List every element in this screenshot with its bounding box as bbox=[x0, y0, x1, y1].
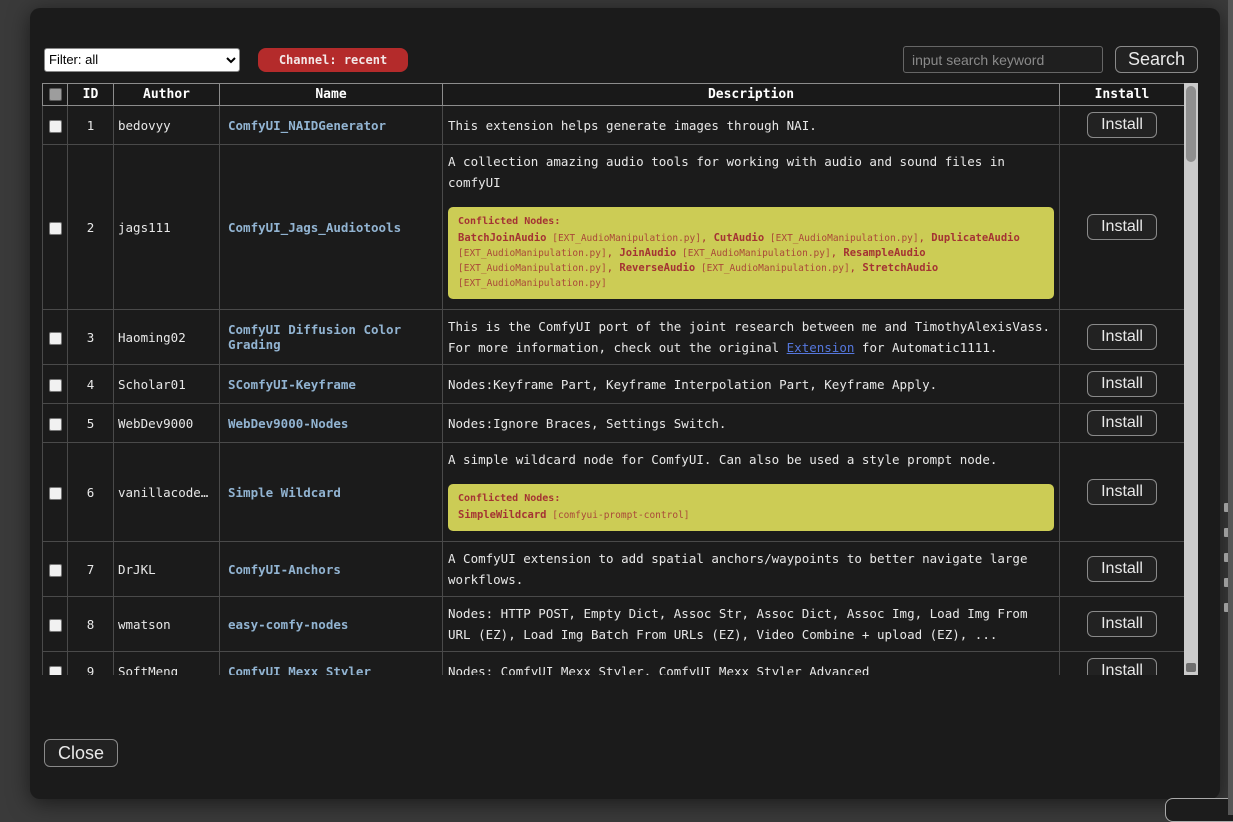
node-id: 8 bbox=[68, 597, 114, 652]
install-button[interactable]: Install bbox=[1087, 410, 1157, 436]
table-scrollbar[interactable] bbox=[1184, 83, 1198, 675]
install-button[interactable]: Install bbox=[1087, 479, 1157, 505]
node-description: Nodes: HTTP POST, Empty Dict, Assoc Str,… bbox=[448, 603, 1054, 645]
node-row: 9SoftMeng ComfyUI_Mexx_Styler Nodes: Comfy… bbox=[43, 652, 1185, 676]
node-name-link[interactable]: WebDev9000-Nodes bbox=[228, 416, 348, 431]
node-id: 1 bbox=[68, 106, 114, 145]
row-checkbox[interactable] bbox=[49, 666, 62, 676]
node-id: 3 bbox=[68, 310, 114, 365]
custom-nodes-manager-dialog: Filter: all Channel: recent Search IDAut… bbox=[30, 8, 1220, 799]
page-scrollbar[interactable] bbox=[1228, 0, 1233, 815]
node-name-link[interactable]: ComfyUI_Jags_Audiotools bbox=[228, 220, 401, 235]
install-button[interactable]: Install bbox=[1087, 658, 1157, 675]
node-row: 4Scholar01 SComfyUI-Keyframe Nodes:Keyfram… bbox=[43, 365, 1185, 404]
node-description: This extension helps generate images thr… bbox=[448, 115, 1054, 136]
node-row: 1bedovyy ComfyUI_NAIDGenerator This extens… bbox=[43, 106, 1185, 145]
select-all-checkbox[interactable] bbox=[49, 88, 62, 101]
node-row: 6vanillacode314 Simple Wildcard A simple w… bbox=[43, 443, 1185, 542]
row-checkbox[interactable] bbox=[49, 487, 62, 500]
node-row: 7DrJKL ComfyUI-Anchors A ComfyUI extension… bbox=[43, 542, 1185, 597]
table-header-row: IDAuthorNameDescriptionInstall bbox=[43, 84, 1185, 106]
close-button[interactable]: Close bbox=[44, 739, 118, 767]
search-input[interactable] bbox=[903, 46, 1103, 73]
column-header-id: ID bbox=[68, 84, 114, 106]
node-id: 6 bbox=[68, 443, 114, 542]
row-checkbox[interactable] bbox=[49, 564, 62, 577]
install-button[interactable]: Install bbox=[1087, 112, 1157, 138]
nodes-table-viewport: IDAuthorNameDescriptionInstall 1bedovyyC… bbox=[42, 83, 1184, 675]
column-header-install: Install bbox=[1060, 84, 1185, 106]
node-author: wmatson bbox=[114, 597, 220, 652]
filter-select[interactable]: Filter: all bbox=[44, 48, 240, 72]
node-author: DrJKL bbox=[114, 542, 220, 597]
node-name-link[interactable]: ComfyUI-Anchors bbox=[228, 562, 341, 577]
column-header-check bbox=[43, 84, 68, 106]
node-name-link[interactable]: ComfyUI_Mexx_Styler bbox=[228, 664, 371, 676]
node-id: 2 bbox=[68, 145, 114, 310]
install-button[interactable]: Install bbox=[1087, 371, 1157, 397]
row-checkbox[interactable] bbox=[49, 120, 62, 133]
conflicted-nodes-list: SimpleWildcard [comfyui-prompt-control] bbox=[458, 508, 1044, 523]
node-author: vanillacode314 bbox=[114, 443, 220, 542]
node-description: A simple wildcard node for ComfyUI. Can … bbox=[448, 449, 1054, 470]
scrollbar-thumb[interactable] bbox=[1186, 86, 1196, 162]
nodes-table: IDAuthorNameDescriptionInstall 1bedovyyC… bbox=[42, 83, 1184, 675]
install-button[interactable]: Install bbox=[1087, 556, 1157, 582]
node-description: Nodes:Keyframe Part, Keyframe Interpolat… bbox=[448, 374, 1054, 395]
row-checkbox[interactable] bbox=[49, 332, 62, 345]
node-row: 5WebDev9000 WebDev9000-Nodes Nodes:Ignore … bbox=[43, 404, 1185, 443]
column-header-author: Author bbox=[114, 84, 220, 106]
node-name-link[interactable]: easy-comfy-nodes bbox=[228, 617, 348, 632]
node-description: This is the ComfyUI port of the joint re… bbox=[448, 316, 1054, 358]
node-description: Nodes:Ignore Braces, Settings Switch. bbox=[448, 413, 1054, 434]
node-description: Nodes: ComfyUI Mexx Styler, ComfyUI Mexx… bbox=[448, 661, 1054, 676]
node-author: SoftMeng bbox=[114, 652, 220, 676]
row-checkbox[interactable] bbox=[49, 418, 62, 431]
scrollbar-down-arrow[interactable] bbox=[1186, 663, 1196, 672]
nodes-table-body: 1bedovyy ComfyUI_NAIDGenerator This extens… bbox=[43, 106, 1185, 676]
node-row: 3Haoming02 ComfyUI Diffusion Color Gradin… bbox=[43, 310, 1185, 365]
node-description: A collection amazing audio tools for wor… bbox=[448, 151, 1054, 193]
node-row: 8wmatson easy-comfy-nodes Nodes: HTTP POST… bbox=[43, 597, 1185, 652]
node-id: 4 bbox=[68, 365, 114, 404]
conflicted-nodes-title: Conflicted Nodes: bbox=[458, 215, 1044, 229]
row-checkbox[interactable] bbox=[49, 619, 62, 632]
column-header-name: Name bbox=[220, 84, 443, 106]
conflicted-nodes-box: Conflicted Nodes: BatchJoinAudio [EXT_Aud… bbox=[448, 207, 1054, 299]
node-name-link[interactable]: Simple Wildcard bbox=[228, 485, 341, 500]
node-id: 9 bbox=[68, 652, 114, 676]
node-author: WebDev9000 bbox=[114, 404, 220, 443]
node-author: Scholar01 bbox=[114, 365, 220, 404]
node-name-link[interactable]: SComfyUI-Keyframe bbox=[228, 377, 356, 392]
node-author: jags111 bbox=[114, 145, 220, 310]
install-button[interactable]: Install bbox=[1087, 214, 1157, 240]
node-id: 5 bbox=[68, 404, 114, 443]
background-clipped-button[interactable] bbox=[1165, 798, 1233, 822]
node-row: 2jags111 ComfyUI_Jags_Audiotools A collect… bbox=[43, 145, 1185, 310]
column-header-desc: Description bbox=[443, 84, 1060, 106]
install-button[interactable]: Install bbox=[1087, 324, 1157, 350]
node-name-link[interactable]: ComfyUI_NAIDGenerator bbox=[228, 118, 386, 133]
row-checkbox[interactable] bbox=[49, 222, 62, 235]
search-button[interactable]: Search bbox=[1115, 46, 1198, 73]
channel-badge: Channel: recent bbox=[258, 48, 408, 72]
toolbar: Filter: all Channel: recent Search bbox=[44, 46, 1198, 73]
node-name-link[interactable]: ComfyUI Diffusion Color Grading bbox=[228, 322, 401, 352]
conflicted-nodes-title: Conflicted Nodes: bbox=[458, 492, 1044, 506]
node-description: A ComfyUI extension to add spatial ancho… bbox=[448, 548, 1054, 590]
conflicted-nodes-box: Conflicted Nodes: SimpleWildcard [comfyui… bbox=[448, 484, 1054, 531]
install-button[interactable]: Install bbox=[1087, 611, 1157, 637]
row-checkbox[interactable] bbox=[49, 379, 62, 392]
node-author: bedovyy bbox=[114, 106, 220, 145]
conflicted-nodes-list: BatchJoinAudio [EXT_AudioManipulation.py… bbox=[458, 231, 1044, 291]
node-author: Haoming02 bbox=[114, 310, 220, 365]
description-link[interactable]: Extension bbox=[787, 340, 855, 355]
node-id: 7 bbox=[68, 542, 114, 597]
